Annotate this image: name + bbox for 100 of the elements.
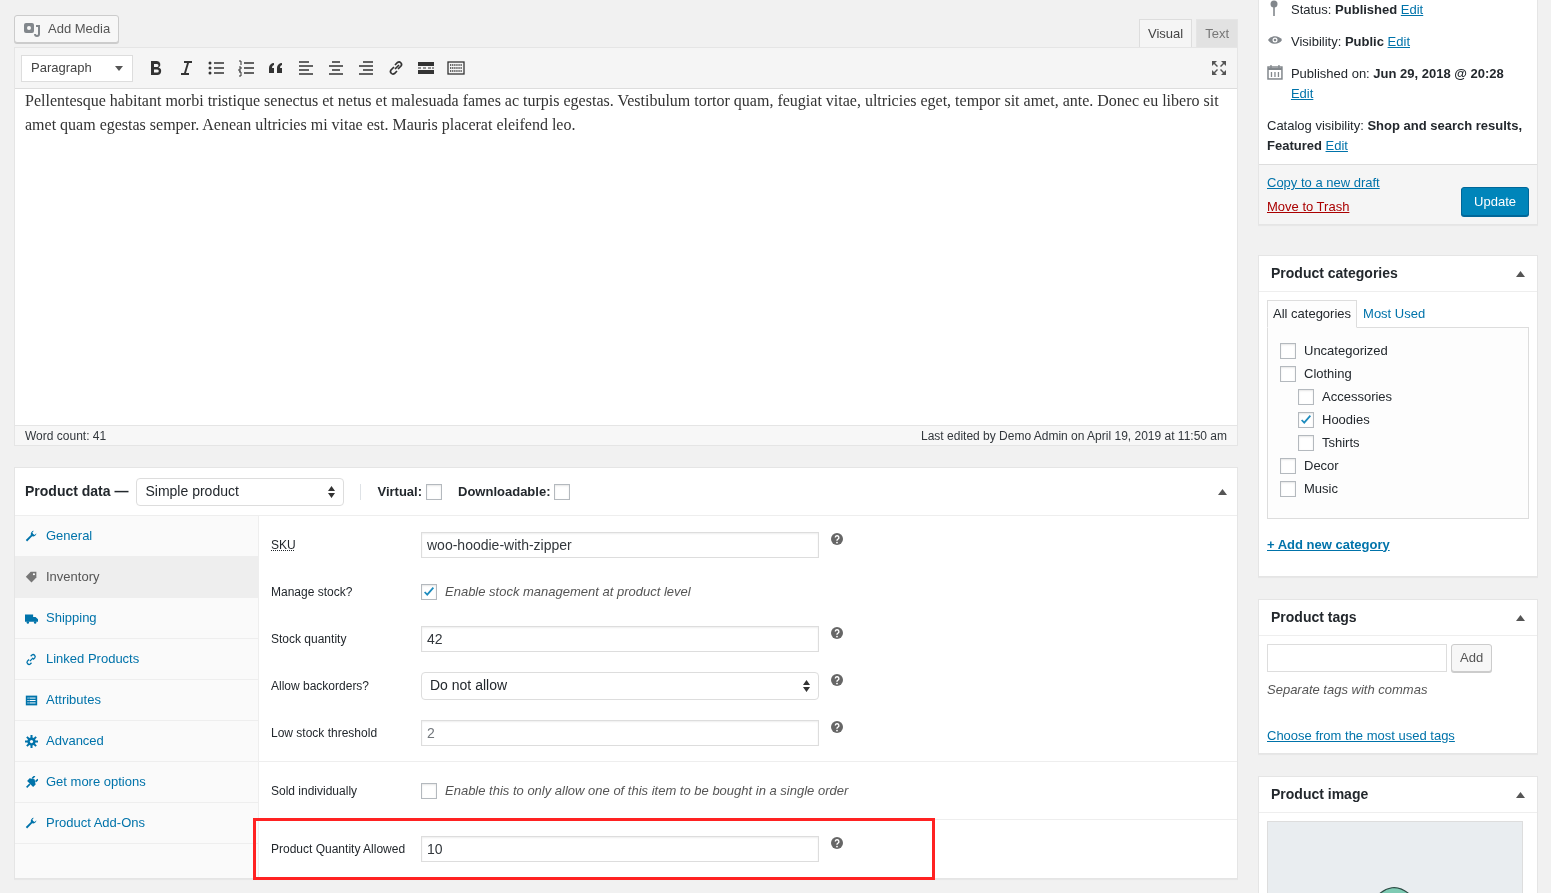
read-more-icon[interactable] <box>417 59 435 77</box>
link-icon <box>25 652 38 666</box>
category-label: Hoodies <box>1322 411 1370 430</box>
option-label: Downloadable: <box>458 482 551 501</box>
field-label: Product Quantity Allowed <box>271 840 407 858</box>
copy-draft-link[interactable]: Copy to a new draft <box>1267 173 1380 193</box>
media-icon <box>23 21 40 37</box>
field-label: Stock quantity <box>271 630 348 648</box>
help-icon[interactable] <box>831 627 843 639</box>
input-field[interactable]: 10 <box>421 835 819 862</box>
input-field[interactable]: woo-hoodie-with-zipper <box>421 531 819 558</box>
help-icon[interactable] <box>831 721 843 733</box>
input-field[interactable]: 2 <box>421 719 819 746</box>
move-to-trash-link[interactable]: Move to Trash <box>1267 196 1380 216</box>
edit-link[interactable]: Edit <box>1387 34 1410 49</box>
word-count: Word count: 41 <box>25 428 107 445</box>
checkbox[interactable] <box>1280 366 1296 382</box>
align-right-icon[interactable] <box>357 59 375 77</box>
field-label: SKU <box>271 536 297 554</box>
publish-info: Published on: Jun 29, 2018 @ 20:28 Edit <box>1290 65 1505 103</box>
select-field[interactable]: Do not allow <box>421 671 819 700</box>
checkbox[interactable] <box>1280 458 1296 474</box>
category-tab[interactable]: Most Used <box>1357 300 1432 328</box>
checkbox[interactable] <box>1280 481 1296 497</box>
gear-icon <box>25 734 38 748</box>
publish-info: Status: Published Edit <box>1291 1 1424 19</box>
numbered-list-icon[interactable] <box>237 59 255 77</box>
editor-content[interactable]: Pellentesque habitant morbi tristique senectus et netus et malesuada fames ac turpis egestas. Vestibulum tortor quam, feugiat vitae, ultricies eget, tempor sit amet, ante. Donec eu libero sit amet quam egestas semper. Aenean ultricies mi vitae est. Mauris placerat eleifend leo. <box>15 89 1237 425</box>
category-tab[interactable]: All categories <box>1267 300 1358 328</box>
publish-info: Visibility: Public Edit <box>1291 33 1410 51</box>
checkbox[interactable] <box>421 583 437 600</box>
editor-tab[interactable]: Visual <box>1138 19 1193 47</box>
collapse-icon[interactable] <box>1516 614 1525 621</box>
tag-icon <box>25 570 38 584</box>
format-select[interactable]: Paragraph <box>21 54 133 82</box>
category-label: Accessories <box>1322 388 1393 407</box>
checkbox[interactable] <box>421 782 437 799</box>
updown-arrows-icon <box>328 485 336 498</box>
help-icon[interactable] <box>831 674 843 686</box>
fullscreen-icon[interactable] <box>1211 60 1227 76</box>
update-button[interactable]: Update <box>1461 186 1529 216</box>
product-data-tab[interactable]: Attributes <box>15 680 258 721</box>
product-data-tab[interactable]: Shipping <box>15 598 258 639</box>
edit-link[interactable]: Edit <box>1400 2 1424 17</box>
bullet-list-icon[interactable] <box>207 59 225 77</box>
calendar-icon <box>1267 64 1283 80</box>
product-data-tab[interactable]: Advanced <box>15 721 258 762</box>
checkbox[interactable] <box>1280 343 1296 359</box>
align-center-icon[interactable] <box>327 59 345 77</box>
collapse-icon[interactable] <box>1218 488 1227 495</box>
caret-icon <box>115 65 123 71</box>
link-icon[interactable] <box>387 59 405 77</box>
field-label: Sold individually <box>271 782 359 800</box>
box-title: Product image <box>1271 785 1369 804</box>
collapse-icon[interactable] <box>1516 270 1525 277</box>
field-label: Allow backorders? <box>271 677 371 695</box>
product-data-tab[interactable]: Product Add-Ons <box>15 803 258 844</box>
edit-link[interactable]: Edit <box>1290 86 1314 101</box>
tag-input-field[interactable] <box>1267 644 1447 672</box>
checkbox[interactable] <box>426 483 443 500</box>
publish-info: Catalog visibility: Shop and search results, Featured Edit <box>1267 117 1524 155</box>
checkbox[interactable] <box>1298 389 1314 405</box>
most-used-tags-link[interactable]: Choose from the most used tags <box>1267 727 1455 743</box>
category-label: Music <box>1304 480 1338 499</box>
help-icon[interactable] <box>831 837 843 849</box>
category-label: Decor <box>1304 457 1339 476</box>
add-category-link[interactable]: + Add new category <box>1267 534 1390 554</box>
add-media-button[interactable]: Add Media <box>14 15 120 43</box>
collapse-icon[interactable] <box>1516 791 1525 798</box>
editor-tab[interactable]: Text <box>1196 19 1238 47</box>
box-title: Product categories <box>1271 264 1398 283</box>
truck-icon <box>25 611 38 625</box>
wrench-icon <box>25 529 38 543</box>
checkbox[interactable] <box>1298 412 1314 428</box>
product-data-tab[interactable]: Inventory <box>15 557 258 598</box>
field-label: Low stock threshold <box>271 724 379 742</box>
align-left-icon[interactable] <box>297 59 315 77</box>
help-icon[interactable] <box>831 533 843 545</box>
field-label: Manage stock? <box>271 583 354 601</box>
checkbox-label: Enable stock management at product level <box>445 582 691 601</box>
product-type-select[interactable]: Simple product <box>136 477 345 506</box>
category-label: Clothing <box>1304 365 1352 384</box>
updown-arrows-icon <box>803 679 810 692</box>
checkbox[interactable] <box>554 483 571 500</box>
edit-link[interactable]: Edit <box>1325 138 1348 153</box>
tags-hint: Separate tags with commas <box>1267 681 1429 699</box>
add-tag-button[interactable]: Add <box>1451 644 1493 672</box>
wrench-icon <box>25 816 38 830</box>
category-label: Uncategorized <box>1304 342 1388 361</box>
checkbox-label: Enable this to only allow one of this item to be bought in a single order <box>445 781 849 800</box>
input-field[interactable]: 42 <box>421 625 819 652</box>
plug-icon <box>25 775 38 789</box>
keyboard-icon[interactable] <box>447 59 465 77</box>
product-data-tab[interactable]: Get more options <box>15 762 258 803</box>
product-data-title: Product data — <box>25 482 129 501</box>
checkbox[interactable] <box>1298 435 1314 451</box>
option-label: Virtual: <box>377 482 423 501</box>
list-icon <box>25 693 38 707</box>
product-data-tab[interactable]: Linked Products <box>15 639 258 680</box>
category-label: Tshirts <box>1322 434 1360 453</box>
